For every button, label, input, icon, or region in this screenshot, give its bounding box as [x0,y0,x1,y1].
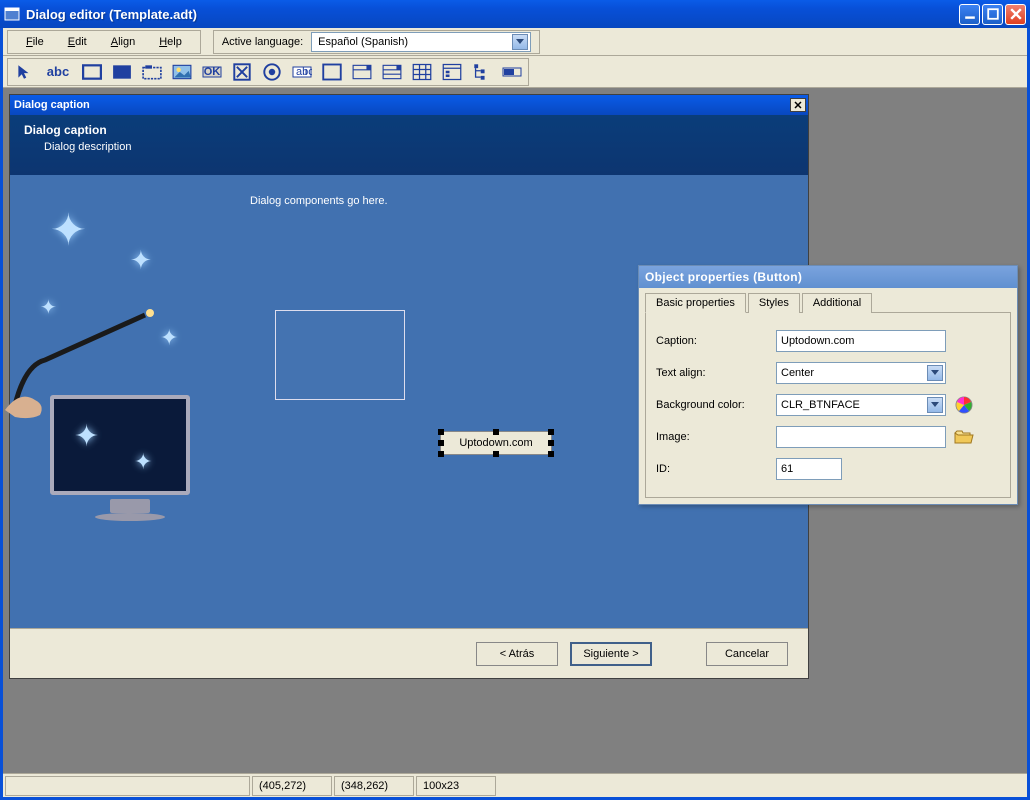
menu-file[interactable]: File [14,34,56,50]
dialog-title-text: Dialog caption [14,99,90,111]
window-controls [959,4,1026,25]
combo2-tool[interactable] [380,61,404,83]
chevron-down-icon [512,34,528,50]
dialog-header-title: Dialog caption [24,123,794,137]
tab-basic[interactable]: Basic properties [645,293,746,313]
chevron-down-icon [927,365,943,381]
language-group: Active language: Español (Spanish) [213,30,540,54]
resize-handle[interactable] [548,429,554,435]
properties-panel-title[interactable]: Object properties (Button) [639,266,1017,288]
grid-tool[interactable] [410,61,434,83]
back-button[interactable]: < Atrás [476,642,558,666]
resize-handle[interactable] [438,429,444,435]
dialog-footer: < Atrás Siguiente > Cancelar [10,628,808,678]
tree-tool[interactable] [470,61,494,83]
selected-button-label: Uptodown.com [459,437,532,449]
pointer-tool[interactable] [12,61,36,83]
maximize-button[interactable] [982,4,1003,25]
workspace: Dialog caption ✕ Dialog caption Dialog d… [3,88,1027,773]
svg-text:abc: abc [296,66,312,78]
tab-styles[interactable]: Styles [748,293,800,313]
dialog-close-icon[interactable]: ✕ [790,98,806,112]
combo-tool[interactable] [350,61,374,83]
image-tool[interactable] [170,61,194,83]
tool-group: abc OK abc [7,58,529,86]
properties-tabs: Basic properties Styles Additional [639,288,1017,312]
tab-additional[interactable]: Additional [802,293,872,313]
folder-open-icon[interactable] [952,426,976,448]
listbox-tool[interactable] [320,61,344,83]
properties-panel[interactable]: Object properties (Button) Basic propert… [638,265,1018,505]
caption-input[interactable]: Uptodown.com [776,330,946,352]
properties-body: Caption: Uptodown.com Text align: Center… [645,312,1011,498]
app-icon [4,6,20,22]
list-tool[interactable] [440,61,464,83]
image-label: Image: [656,431,776,443]
edit-tool[interactable]: abc [290,61,314,83]
label-tool[interactable]: abc [42,61,74,83]
progressbar-tool[interactable] [500,61,524,83]
groupbox-tool[interactable] [140,61,164,83]
textalign-label: Text align: [656,367,776,379]
caption-label: Caption: [656,335,776,347]
menubar: File Edit Align Help Active language: Es… [3,28,1027,56]
textalign-select[interactable]: Center [776,362,946,384]
window-titlebar: Dialog editor (Template.adt) [0,0,1030,28]
menu-align[interactable]: Align [99,34,147,50]
resize-handle[interactable] [493,451,499,457]
status-coord1: (405,272) [252,776,332,796]
resize-handle[interactable] [548,451,554,457]
language-value: Español (Spanish) [318,36,408,48]
bgcolor-label: Background color: [656,399,776,411]
selected-button[interactable]: Uptodown.com [440,431,552,455]
cancel-button[interactable]: Cancelar [706,642,788,666]
chevron-down-icon [927,397,943,413]
resize-handle[interactable] [493,429,499,435]
dialog-header: Dialog caption Dialog description [10,115,808,175]
radio-tool[interactable] [260,61,284,83]
menu-edit[interactable]: Edit [56,34,99,50]
resize-handle[interactable] [438,451,444,457]
resize-handle[interactable] [548,440,554,446]
window-title: Dialog editor (Template.adt) [26,7,959,22]
button-tool[interactable]: OK [200,61,224,83]
status-size: 100x23 [416,776,496,796]
statusbar: (405,272) (348,262) 100x23 [3,773,1027,797]
menu-group: File Edit Align Help [7,30,201,54]
dialog-titlebar[interactable]: Dialog caption ✕ [10,95,808,115]
next-button[interactable]: Siguiente > [570,642,652,666]
close-button[interactable] [1005,4,1026,25]
color-picker-icon[interactable] [952,394,976,416]
bgcolor-select[interactable]: CLR_BTNFACE [776,394,946,416]
panel-tool[interactable] [110,61,134,83]
minimize-button[interactable] [959,4,980,25]
svg-text:OK: OK [204,66,221,78]
resize-handle[interactable] [438,440,444,446]
menu-file-rest: ile [33,36,44,48]
frame-tool[interactable] [80,61,104,83]
language-label: Active language: [222,36,303,48]
language-select[interactable]: Español (Spanish) [311,32,531,52]
checkbox-tool[interactable] [230,61,254,83]
image-input[interactable] [776,426,946,448]
menu-help[interactable]: Help [147,34,194,50]
id-input[interactable]: 61 [776,458,842,480]
dialog-body-hint: Dialog components go here. [250,195,788,207]
dialog-header-desc: Dialog description [24,141,794,153]
status-empty [5,776,250,796]
status-coord2: (348,262) [334,776,414,796]
wizard-image: ✦ ✦ ✦ ✦ ✦ ✦ [10,175,230,628]
id-label: ID: [656,463,776,475]
placeholder-rect[interactable] [275,310,405,400]
toolbar: abc OK abc [3,56,1027,88]
